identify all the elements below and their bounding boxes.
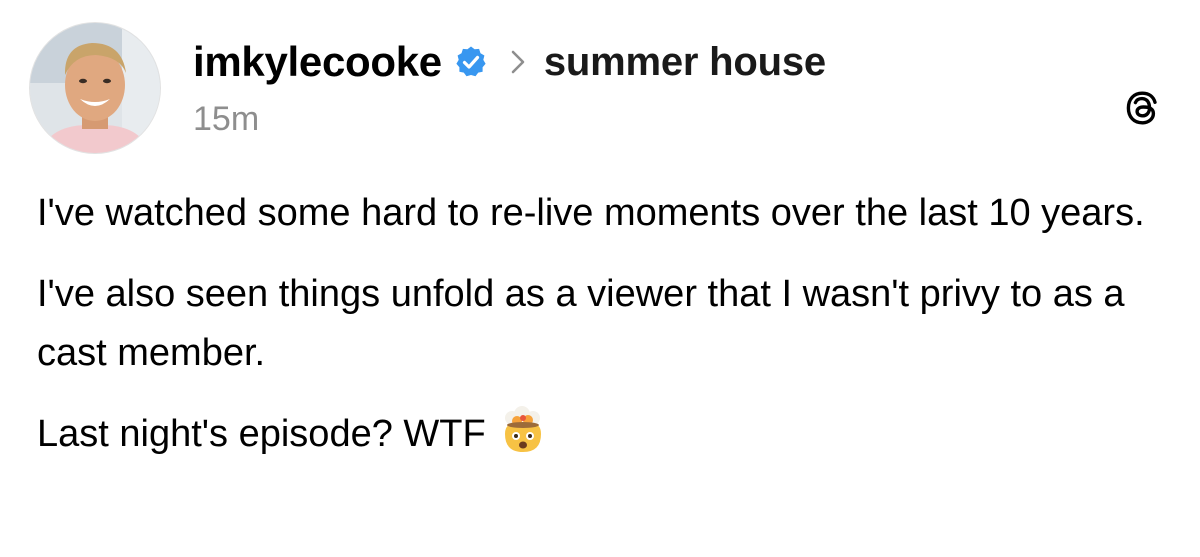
chevron-right-icon — [510, 49, 526, 75]
exploding-head-icon — [498, 406, 548, 456]
avatar[interactable] — [30, 23, 160, 153]
threads-logo-icon[interactable] — [1122, 88, 1162, 128]
avatar-photo — [30, 23, 160, 153]
threads-post: imkylecooke summer house 15m I've watche… — [0, 0, 1200, 557]
username-link[interactable]: imkylecooke — [193, 38, 442, 86]
post-paragraph-last: Last night's episode? WTF — [37, 405, 1177, 464]
community-link[interactable]: summer house — [544, 40, 826, 85]
post-paragraph-text: Last night's episode? WTF — [37, 413, 486, 455]
post-header: imkylecooke summer house — [193, 34, 826, 90]
post-timestamp: 15m — [193, 100, 260, 138]
post-paragraph: I've watched some hard to re-live moment… — [37, 192, 1145, 234]
post-paragraph: I've also seen things unfold as a viewer… — [37, 273, 1125, 374]
post-body: I've watched some hard to re-live moment… — [37, 184, 1177, 464]
verified-badge-icon — [454, 45, 488, 79]
